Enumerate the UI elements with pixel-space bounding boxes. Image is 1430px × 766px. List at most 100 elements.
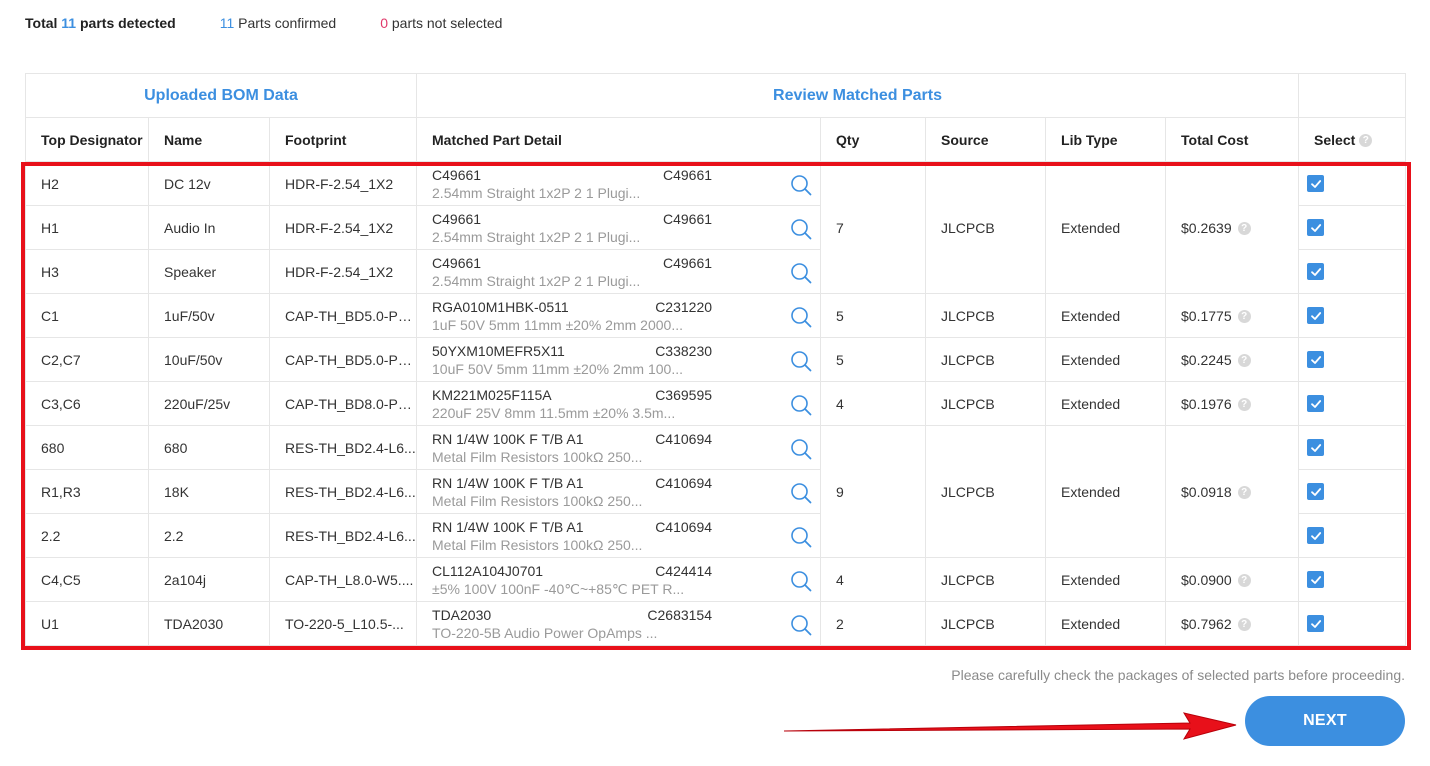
bom-table: Uploaded BOM Data Review Matched Parts T… [24,73,1407,646]
cell-matched-part: RN 1/4W 100K F T/B A1 C410694 Metal Film R… [416,469,822,514]
cell-lib-type: Extended [1045,337,1167,382]
search-icon[interactable] [790,306,812,328]
cell-total-cost: $0.0918? [1165,425,1300,558]
cell-footprint: TO-220-5_L10.5-... [268,601,418,646]
table-row: H2 DC 12v HDR-F-2.54_1X2 C49661 C49661 2.54mm… [25,161,1407,294]
table-row: 680 680 RES-TH_BD2.4-L6... RN 1/4W 100K F T… [25,425,1407,558]
cell-name: Speaker [148,249,270,294]
search-icon[interactable] [790,570,812,592]
help-icon[interactable]: ? [1237,222,1251,236]
search-icon[interactable] [790,262,812,284]
cell-select [1298,161,1407,206]
search-icon[interactable] [790,526,812,548]
cost-value: $0.0918 [1181,483,1232,500]
cell-name: 2a104j [148,557,270,602]
cell-designator: C3,C6 [25,381,149,426]
part-description: 2.54mm Straight 1x2P 2 1 Plugi... [432,272,641,289]
cell-matched-part: KM221M025F115A C369595 220uF 25V 8mm 11.5m… [416,381,822,426]
help-icon[interactable]: ? [1237,486,1251,500]
uploaded-bom-header: Uploaded BOM Data [24,73,418,118]
matched-part-line: CL112A104J0701 C424414 [432,562,712,580]
part-number: CL112A104J0701 [432,562,544,579]
cell-total-cost: $0.2245? [1165,337,1300,382]
search-icon[interactable] [790,218,812,240]
help-icon[interactable]: ? [1237,354,1251,368]
cell-designator: U1 [25,601,149,646]
cell-matched-part: 50YXM10MEFR5X11 C338230 10uF 50V 5mm 11mm … [416,337,822,382]
cell-designator: 2.2 [25,513,149,558]
col-name: Name [148,117,270,162]
cost-value: $0.0900 [1181,571,1232,588]
search-icon[interactable] [790,350,812,372]
select-checkbox[interactable] [1307,615,1325,632]
help-icon[interactable]: ? [1237,574,1251,588]
cell-qty: 7 [820,161,927,294]
select-checkbox[interactable] [1307,307,1325,324]
matched-part-line: KM221M025F115A C369595 [432,386,712,404]
part-code: C410694 [655,430,713,447]
table-row: C4,C5 2a104j CAP-TH_L8.0-W5.... CL112A104J0… [25,557,1407,602]
cell-select [1298,469,1407,514]
part-number: RN 1/4W 100K F T/B A1 [432,430,584,447]
help-icon[interactable]: ? [1237,618,1251,632]
cell-total-cost: $0.7962? [1165,601,1300,646]
col-matched-part: Matched Part Detail [416,117,822,162]
cell-footprint: CAP-TH_BD5.0-P2... [268,293,418,338]
help-icon[interactable]: ? [1237,398,1251,412]
cell-footprint: RES-TH_BD2.4-L6... [268,425,418,470]
col-select: Select? [1298,117,1407,162]
cost-value: $0.7962 [1181,615,1232,632]
select-checkbox[interactable] [1307,175,1325,192]
search-icon[interactable] [790,438,812,460]
part-code: C49661 [662,254,713,271]
help-icon[interactable]: ? [1237,310,1251,324]
cell-total-cost: $0.0900? [1165,557,1300,602]
cell-footprint: HDR-F-2.54_1X2 [268,161,418,206]
cost-value: $0.1775 [1181,307,1232,324]
search-icon[interactable] [790,482,812,504]
cell-designator: R1,R3 [25,469,149,514]
total-count: 11 [61,15,77,31]
next-button[interactable]: NEXT [1245,696,1405,746]
matched-part-line: C49661 C49661 [432,166,712,184]
cell-select [1298,381,1407,426]
cell-qty: 5 [820,337,927,382]
select-checkbox[interactable] [1307,351,1325,368]
select-checkbox[interactable] [1307,571,1325,588]
select-checkbox[interactable] [1307,527,1325,544]
cell-source: JLCPCB [925,293,1047,338]
part-description: Metal Film Resistors 100kΩ 250... [432,492,643,509]
col-total-cost: Total Cost [1165,117,1300,162]
cell-designator: H2 [25,161,149,206]
part-description: TO-220-5B Audio Power OpAmps ... [432,624,658,641]
part-description: Metal Film Resistors 100kΩ 250... [432,536,643,553]
cell-select [1298,337,1407,382]
search-icon[interactable] [790,174,812,196]
not-selected-summary: 0 parts not selected [380,15,503,31]
cell-select [1298,601,1407,646]
table-row: C2,C7 10uF/50v CAP-TH_BD5.0-P2... 50YXM10ME… [25,337,1407,382]
part-number: TDA2030 [432,606,492,623]
select-checkbox[interactable] [1307,439,1325,456]
part-number: C49661 [432,166,482,183]
review-matched-header: Review Matched Parts [416,73,1300,118]
cell-designator: C2,C7 [25,337,149,382]
cell-total-cost: $0.1775? [1165,293,1300,338]
search-icon[interactable] [790,614,812,636]
select-checkbox[interactable] [1307,219,1325,236]
cell-total-cost: $0.2639? [1165,161,1300,294]
col-source: Source [925,117,1047,162]
select-checkbox[interactable] [1307,263,1325,280]
search-icon[interactable] [790,394,812,416]
select-checkbox[interactable] [1307,395,1325,412]
help-icon[interactable]: ? [1359,134,1373,148]
part-number: RN 1/4W 100K F T/B A1 [432,474,584,491]
cell-source: JLCPCB [925,601,1047,646]
select-checkbox[interactable] [1307,483,1325,500]
part-code: C369595 [655,386,713,403]
bom-rows: H2 DC 12v HDR-F-2.54_1X2 C49661 C49661 2.54mm… [25,161,1407,646]
part-code: C49661 [662,166,713,183]
cell-name: 220uF/25v [148,381,270,426]
part-description: 2.54mm Straight 1x2P 2 1 Plugi... [432,184,641,201]
cell-source: JLCPCB [925,425,1047,558]
